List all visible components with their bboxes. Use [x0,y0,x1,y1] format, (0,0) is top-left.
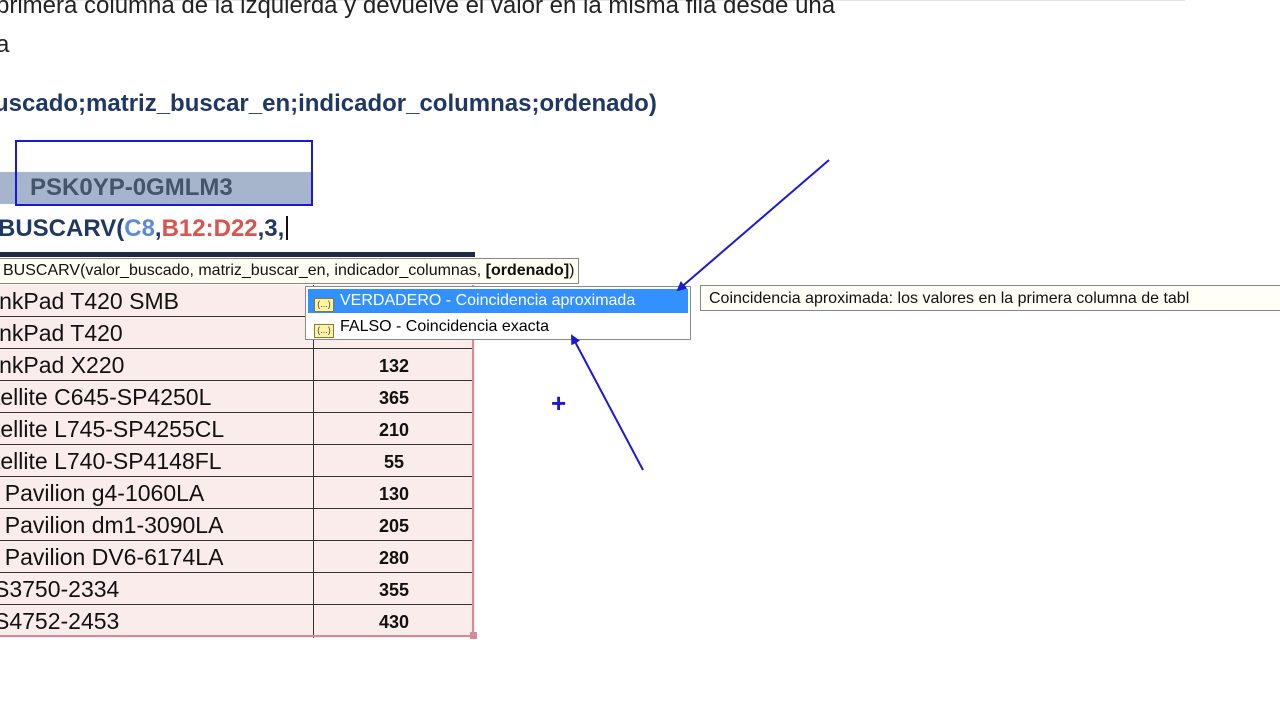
annotation-arrows [571,159,830,471]
annotation-arrow-verdadero [676,159,830,292]
annotation-arrow-falso [571,334,644,471]
